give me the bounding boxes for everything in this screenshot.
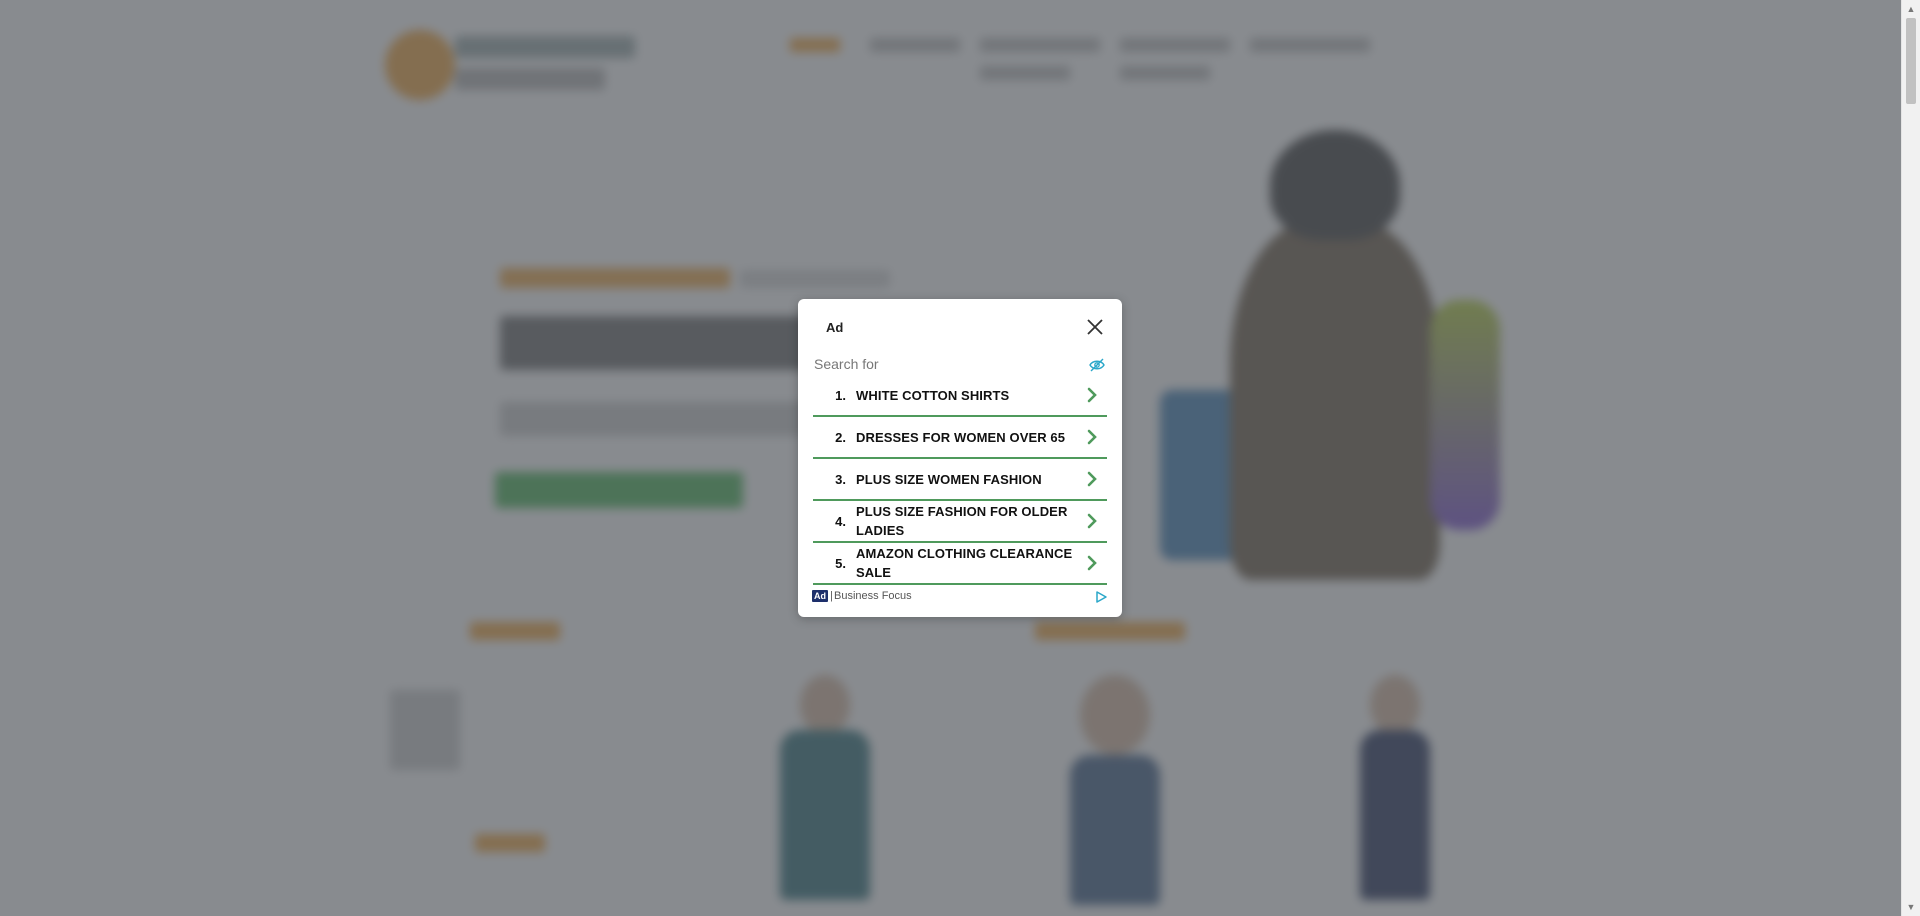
close-icon[interactable]: [1084, 316, 1106, 338]
item-number: 2.: [835, 429, 846, 445]
ad-modal: Ad Search for 1. WHITE COTTON SHIRTS 2. …: [798, 299, 1122, 617]
chevron-right-icon: [1077, 471, 1107, 487]
item-label: PLUS SIZE WOMEN FASHION: [856, 471, 1042, 487]
item-label: DRESSES FOR WOMEN OVER 65: [856, 429, 1066, 445]
page-scrollbar[interactable]: ▲ ▼: [1901, 0, 1920, 916]
list-item[interactable]: 5. AMAZON CLOTHING CLEARANCE SALE: [813, 543, 1107, 585]
item-label: WHITE COTTON SHIRTS: [856, 387, 1010, 403]
ad-badge: Ad: [812, 590, 828, 602]
advertiser-name[interactable]: Business Focus: [834, 589, 912, 603]
chevron-right-icon: [1077, 387, 1107, 403]
item-label: PLUS SIZE FASHION FOR OLDER LADIES: [856, 504, 1068, 538]
list-item[interactable]: 1. WHITE COTTON SHIRTS: [813, 375, 1107, 417]
item-number: 5.: [835, 555, 846, 571]
scroll-up-arrow-icon[interactable]: ▲: [1902, 2, 1920, 16]
search-for-label: Search for: [814, 356, 879, 372]
chevron-right-icon: [1077, 429, 1107, 445]
ad-label: Ad: [826, 320, 844, 335]
item-number: 4.: [835, 513, 846, 529]
list-item[interactable]: 3. PLUS SIZE WOMEN FASHION: [813, 459, 1107, 501]
chevron-right-icon: [1077, 555, 1107, 571]
item-label: AMAZON CLOTHING CLEARANCE SALE: [856, 546, 1073, 580]
adchoices-icon[interactable]: [1094, 590, 1108, 604]
eye-slash-icon[interactable]: [1089, 358, 1105, 372]
search-suggestion-list: 1. WHITE COTTON SHIRTS 2. DRESSES FOR WO…: [813, 375, 1107, 585]
chevron-right-icon: [1077, 513, 1107, 529]
scroll-down-arrow-icon[interactable]: ▼: [1902, 900, 1920, 914]
footer-separator: |: [830, 590, 833, 602]
ad-footer: Ad | Business Focus: [812, 589, 1108, 605]
item-number: 3.: [835, 471, 846, 487]
scroll-thumb[interactable]: [1906, 18, 1916, 104]
list-item[interactable]: 4. PLUS SIZE FASHION FOR OLDER LADIES: [813, 501, 1107, 543]
item-number: 1.: [835, 387, 846, 403]
list-item[interactable]: 2. DRESSES FOR WOMEN OVER 65: [813, 417, 1107, 459]
